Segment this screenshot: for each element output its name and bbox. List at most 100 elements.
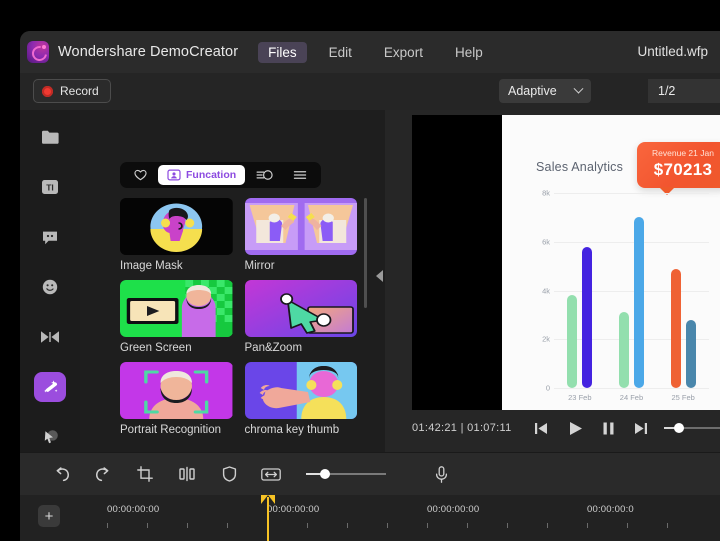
effect-card[interactable]: Image Mask xyxy=(120,198,233,272)
pan-zoom-thumb xyxy=(245,280,358,337)
democreator-window: Wondershare DemoCreator Files Edit Expor… xyxy=(20,31,720,541)
effect-label: Image Mask xyxy=(120,260,233,272)
split-clip-icon xyxy=(179,466,195,482)
add-track-label: + xyxy=(45,509,54,524)
expand-horizontal-icon xyxy=(261,467,281,482)
playhead-marker-icon[interactable] xyxy=(267,497,269,541)
play-button[interactable] xyxy=(568,421,583,436)
timecode-label: 00:00:00:00 xyxy=(107,504,159,515)
effects-browser: Funcation xyxy=(80,110,385,452)
rail-item-cursor-effects[interactable] xyxy=(34,422,66,452)
rail-item-captions[interactable] xyxy=(34,222,66,252)
timeline-zoom-slider[interactable] xyxy=(306,468,386,480)
shield-icon xyxy=(222,466,237,482)
pause-button[interactable] xyxy=(603,422,614,435)
transition-bowtie-icon xyxy=(40,330,60,344)
rail-item-stickers[interactable] xyxy=(34,272,66,302)
rail-item-transitions[interactable] xyxy=(34,322,66,352)
record-button-label: Record xyxy=(60,84,99,98)
menu-item-files[interactable]: Files xyxy=(258,42,307,63)
volume-knob[interactable] xyxy=(674,423,684,433)
timecode-label: 00:00:00:0 xyxy=(587,504,634,515)
filter-motion[interactable] xyxy=(247,165,282,185)
effect-card[interactable]: Pan&Zoom xyxy=(245,280,358,354)
voiceover-button[interactable] xyxy=(428,461,454,487)
timeline-ruler[interactable]: 00:00:00:00 00:00:00:00 00:00:00:00 00:0… xyxy=(80,495,720,541)
browser-scrollbar[interactable] xyxy=(364,198,367,308)
effect-card[interactable]: chroma key thumb xyxy=(245,362,358,436)
effect-card[interactable]: Mirror xyxy=(245,198,358,272)
current-time: 01:42:21 xyxy=(412,422,457,434)
pause-icon xyxy=(603,422,614,435)
portrait-recognition-thumb xyxy=(120,362,233,419)
next-frame-button[interactable] xyxy=(634,422,648,435)
preview-stage: Sales Analytics Revenue 21 Jan $70213 8k… xyxy=(412,115,720,410)
effect-card[interactable]: Portrait Recognition xyxy=(120,362,233,436)
total-time: 01:07:11 xyxy=(467,422,511,434)
collapse-left-arrow-icon[interactable] xyxy=(376,270,383,282)
undo-button[interactable] xyxy=(48,461,74,487)
cursor-pointer-icon xyxy=(41,428,60,447)
redo-button[interactable] xyxy=(90,461,116,487)
effects-filter-bar: Funcation xyxy=(120,162,321,188)
menu-item-help[interactable]: Help xyxy=(445,42,493,63)
y-tick: 0 xyxy=(546,384,550,393)
bar xyxy=(686,320,696,388)
effects-grid: Image Mask xyxy=(120,198,357,448)
quality-select[interactable]: Adaptive xyxy=(499,79,591,103)
fit-to-width-button[interactable] xyxy=(258,461,284,487)
bar xyxy=(619,312,629,388)
title-bar: Wondershare DemoCreator Files Edit Expor… xyxy=(20,31,720,73)
filter-list-menu[interactable] xyxy=(284,165,316,185)
sub-toolbar: Record Adaptive 1/2 xyxy=(20,73,720,110)
x-tick: 25 Feb xyxy=(671,393,694,406)
rail-item-titles[interactable]: TI xyxy=(34,172,66,202)
quality-select-value: Adaptive xyxy=(508,84,557,98)
x-tick: 23 Feb xyxy=(568,393,591,406)
ratio-box[interactable]: 1/2 xyxy=(648,79,720,103)
split-button[interactable] xyxy=(174,461,200,487)
timecode-display: 01:42:21 | 01:07:11 xyxy=(412,422,512,434)
crop-button[interactable] xyxy=(132,461,158,487)
zoom-slider-knob[interactable] xyxy=(320,469,330,479)
rail-item-media-folder[interactable] xyxy=(34,122,66,152)
shield-button[interactable] xyxy=(216,461,242,487)
chart-title: Sales Analytics xyxy=(536,160,623,174)
volume-track[interactable] xyxy=(664,427,720,429)
left-icon-rail: TI xyxy=(20,110,80,452)
rail-item-effects[interactable] xyxy=(34,372,66,402)
magic-wand-icon xyxy=(41,378,60,397)
effect-label: Portrait Recognition xyxy=(120,424,233,436)
chroma-key-thumb xyxy=(245,362,358,419)
timecode-label: 00:00:00:00 xyxy=(267,504,319,515)
y-tick: 6k xyxy=(542,237,550,246)
filter-favorites[interactable] xyxy=(125,165,156,185)
preview-panel: Sales Analytics Revenue 21 Jan $70213 8k… xyxy=(385,110,720,452)
effect-card[interactable]: Green Screen xyxy=(120,280,233,354)
main-menu: Files Edit Export Help xyxy=(258,42,505,63)
filter-funcation-label: Funcation xyxy=(186,169,236,181)
time-separator: | xyxy=(461,422,464,434)
x-tick: 24 Feb xyxy=(620,393,643,406)
app-title: Wondershare DemoCreator xyxy=(58,44,238,60)
filter-funcation[interactable]: Funcation xyxy=(158,165,245,185)
green-screen-thumb xyxy=(120,280,233,337)
portrait-frame-icon xyxy=(167,169,181,181)
document-name: Untitled.wfp xyxy=(637,44,708,59)
undo-arrow-icon xyxy=(53,467,70,482)
wondershare-logo-icon xyxy=(27,41,49,63)
record-button[interactable]: Record xyxy=(33,79,111,103)
prev-frame-button[interactable] xyxy=(534,422,548,435)
menu-item-edit[interactable]: Edit xyxy=(319,42,362,63)
folder-icon xyxy=(41,129,60,145)
main-body: TI xyxy=(20,110,720,452)
volume-slider[interactable] xyxy=(664,427,720,429)
menu-item-export[interactable]: Export xyxy=(374,42,433,63)
playback-buttons xyxy=(534,421,648,436)
y-axis-labels: 8k 6k 4k 2k 0 xyxy=(532,193,550,388)
chart-bars xyxy=(554,193,709,388)
chart-annotation-tooltip: Revenue 21 Jan $70213 xyxy=(637,142,720,188)
add-track-button[interactable]: + xyxy=(38,505,60,527)
x-axis-labels: 23 Feb 24 Feb 25 Feb xyxy=(554,388,709,406)
timeline: + 00:00:00:00 00:00:00:00 00:00:00:00 00… xyxy=(20,495,720,541)
